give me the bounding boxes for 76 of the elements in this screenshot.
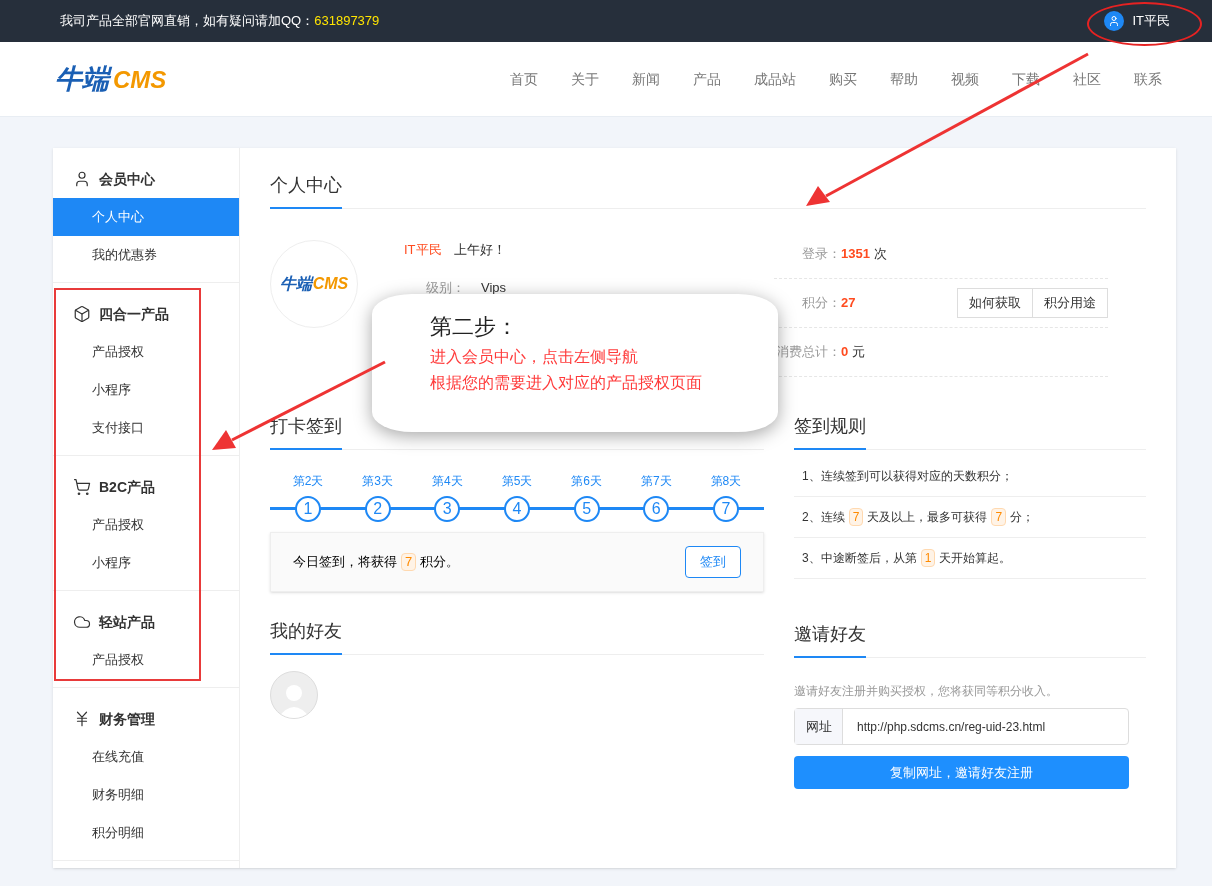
day-label: 第8天 [710, 473, 742, 490]
sidebar-item[interactable]: 产品授权 [53, 641, 239, 679]
stat-button[interactable]: 如何获取 [957, 288, 1033, 318]
day-label: 第7天 [640, 473, 672, 490]
sidebar-item[interactable]: 积分明细 [53, 814, 239, 852]
copy-link-button[interactable]: 复制网址，邀请好友注册 [794, 756, 1129, 789]
sidebar-heading: 四合一产品 [99, 304, 169, 324]
sidebar-item[interactable]: 产品授权 [53, 333, 239, 371]
section-title: 我的好友 [270, 618, 342, 655]
level-label: 级别： [426, 278, 465, 297]
day-marker: 3 [434, 496, 461, 522]
sidebar-item[interactable]: 产品授权 [53, 506, 239, 544]
rule-text: 3、中途断签后，从第 1 天开始算起。 [802, 549, 1012, 567]
section-title: 打卡签到 [270, 413, 342, 450]
cart-icon [73, 478, 91, 496]
stat-value: 0 元 [841, 343, 865, 362]
section-title: 个人中心 [270, 172, 342, 209]
stat-value: 1351 次 [841, 245, 887, 264]
nav-link[interactable]: 购买 [829, 68, 857, 90]
sidebar-heading: 会员中心 [99, 169, 155, 189]
callout-text: 根据您的需要进入对应的产品授权页面 [430, 373, 703, 393]
friend-avatar [270, 671, 318, 719]
nav-link[interactable]: 成品站 [754, 68, 796, 90]
notice-text: 我司产品全部官网直销，如有疑问请加QQ：631897379 [60, 12, 380, 31]
nav-link[interactable]: 社区 [1073, 68, 1101, 90]
rule-text: 1、连续签到可以获得对应的天数积分； [802, 468, 1013, 485]
user-icon[interactable] [1104, 11, 1125, 31]
sidebar-item[interactable]: 支付接口 [53, 409, 239, 447]
day-marker: 7 [712, 496, 739, 522]
rule-text: 今日签到，将获得 7 积分。 [293, 552, 460, 572]
sidebar-heading: B2C产品 [99, 477, 155, 497]
stat-label: 登录： [801, 245, 841, 264]
callout-title: 第二步： [430, 313, 519, 341]
nav-link[interactable]: 新闻 [632, 68, 660, 90]
day-label: 第3天 [362, 473, 393, 490]
stat-label: 积分： [801, 294, 841, 313]
url-field[interactable]: 网址 http://php.sdcms.cn/reg-uid-23.html [794, 708, 1129, 745]
sidebar-item[interactable]: 小程序 [53, 544, 239, 582]
cloud-icon [73, 613, 91, 631]
sidebar-item[interactable]: 小程序 [53, 371, 239, 409]
site-logo[interactable]: 牛端CMS [55, 58, 167, 100]
section-title: 签到规则 [794, 413, 866, 450]
callout-text: 进入会员中心，点击左侧导航 [430, 347, 639, 367]
nav-link[interactable]: 视频 [951, 68, 979, 90]
user-icon [73, 170, 91, 188]
section-title: 邀请好友 [794, 621, 866, 658]
sidebar-item[interactable]: 我的优惠券 [53, 236, 239, 274]
rule-text: 2、连续 7 天及以上，最多可获得 7 分； [802, 508, 1035, 526]
day-label: 第4天 [431, 473, 463, 490]
nav-link[interactable]: 产品 [693, 68, 721, 90]
stat-value: 27 [841, 294, 856, 313]
day-marker: 2 [364, 496, 391, 522]
day-label: 第5天 [501, 473, 533, 490]
day-marker: 4 [503, 496, 530, 522]
user-link[interactable]: IT平民 [1132, 11, 1170, 31]
checkin-button[interactable]: 签到 [685, 546, 741, 578]
nav-link[interactable]: 联系 [1134, 68, 1162, 90]
nav-link[interactable]: 关于 [571, 68, 599, 90]
day-label: 第6天 [571, 473, 602, 490]
nav-link[interactable]: 帮助 [890, 68, 918, 90]
day-marker: 5 [573, 496, 600, 522]
stat-button[interactable]: 积分用途 [1032, 288, 1108, 318]
nav-link[interactable]: 首页 [510, 68, 538, 90]
invite-description: 邀请好友注册并购买授权，您将获同等积分收入。 [794, 683, 1059, 700]
sidebar-heading: 轻站产品 [99, 612, 155, 632]
day-label: 第2天 [292, 473, 324, 490]
cube-icon [73, 305, 91, 323]
sidebar-item[interactable]: 财务明细 [53, 776, 239, 814]
day-marker: 6 [643, 496, 670, 522]
greeting-text: 上午好！ [453, 241, 506, 259]
sidebar-item[interactable]: 在线充值 [53, 738, 239, 776]
user-name: IT平民 [404, 241, 442, 259]
day-marker: 1 [295, 496, 321, 522]
sidebar-item[interactable]: 个人中心 [53, 198, 239, 236]
level-value: Vips [481, 278, 507, 297]
sidebar-heading: 财务管理 [99, 709, 155, 729]
